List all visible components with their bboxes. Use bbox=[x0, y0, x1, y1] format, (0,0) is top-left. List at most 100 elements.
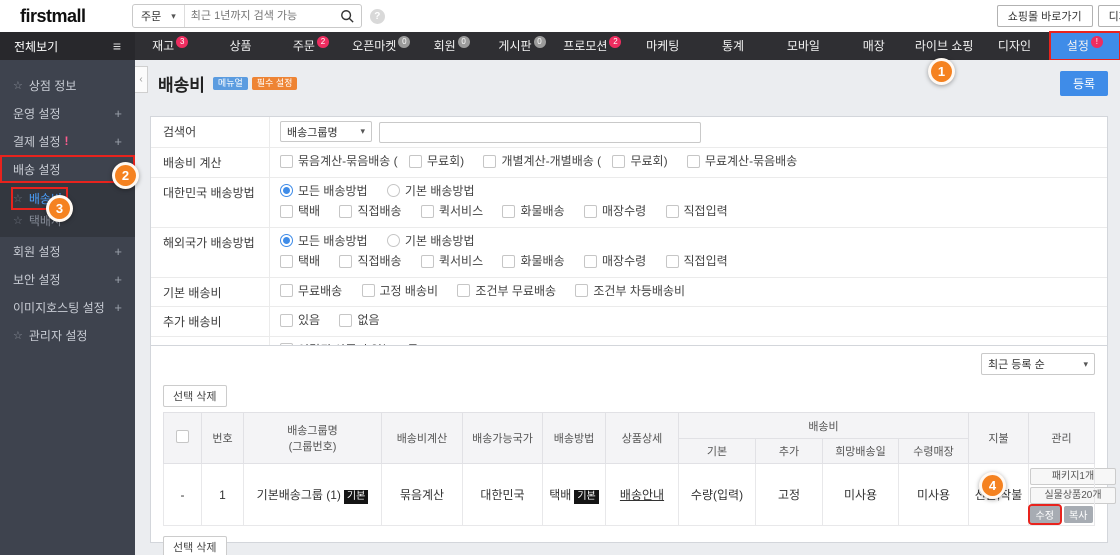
checkbox-option[interactable]: 직접배송 bbox=[339, 202, 402, 220]
checkbox-option[interactable]: 택배 bbox=[280, 202, 320, 220]
nav-item-store[interactable]: 매장 bbox=[839, 32, 909, 60]
nav-item-design[interactable]: 디자인 bbox=[979, 32, 1049, 60]
checkbox-option[interactable]: 무료회) bbox=[612, 152, 668, 170]
sidebar-item-shop-info[interactable]: ☆ 상점 정보 bbox=[0, 71, 135, 99]
edit-button[interactable]: 수정 bbox=[1028, 504, 1062, 525]
checkbox-option[interactable]: 조건부 무료배송 bbox=[457, 282, 556, 300]
nav-item-order[interactable]: 주문 2 bbox=[276, 32, 346, 60]
radio-selected bbox=[280, 234, 293, 247]
nav-all-view[interactable]: 전체보기 ≡ bbox=[0, 32, 135, 60]
sidebar-item-image-hosting[interactable]: 이미지호스팅 설정 + bbox=[0, 293, 135, 321]
default-badge: 기본 bbox=[343, 489, 369, 504]
filter-label: 기본 배송비 bbox=[163, 285, 222, 300]
sidebar-item-member[interactable]: 회원 설정 + bbox=[0, 237, 135, 265]
sort-select[interactable]: 최근 등록 순 ▾ bbox=[981, 353, 1095, 375]
checkbox bbox=[339, 313, 353, 327]
cell-method: 택배 기본 bbox=[542, 463, 606, 526]
cell-fee-extra: 고정 bbox=[755, 463, 823, 526]
checkbox-option[interactable]: 매장수령 bbox=[583, 252, 646, 270]
page-header: 배송비 메뉴얼 필수 설정 등록 bbox=[158, 70, 1108, 96]
package-count-button[interactable]: 패키지1개 bbox=[1030, 468, 1116, 485]
nav-item-live-shopping[interactable]: 라이브 쇼핑 bbox=[909, 32, 979, 60]
radio-option[interactable]: 모든 배송방법 bbox=[280, 232, 368, 250]
star-icon: ☆ bbox=[13, 329, 23, 342]
sidebar-item-security[interactable]: 보안 설정 + bbox=[0, 265, 135, 293]
checkbox-option[interactable]: 고정 배송비 bbox=[361, 282, 438, 300]
radio-option[interactable]: 모든 배송방법 bbox=[280, 182, 368, 200]
checkbox bbox=[361, 284, 375, 297]
sidebar-item-operation[interactable]: 운영 설정 + bbox=[0, 99, 135, 127]
cell-fee-basic: 수량(입력) bbox=[678, 463, 756, 526]
admin-screen: firstmall 주문 ▾ ? 쇼핑몰 바로가기 디자인 전체보기 ≡ 재고3… bbox=[0, 0, 1120, 555]
checkbox bbox=[280, 284, 293, 297]
copy-button[interactable]: 복사 bbox=[1063, 506, 1093, 523]
keyword-input[interactable] bbox=[379, 122, 702, 143]
nav-item-member[interactable]: 회원 0 bbox=[416, 32, 486, 60]
global-nav: 전체보기 ≡ 재고 3 상품 주문 2 오픈마켓 0 회원 0 게시판 0 프로모션 2 마… bbox=[0, 31, 1120, 61]
checkbox bbox=[457, 284, 471, 297]
nav-item-promotion[interactable]: 프로모션 2 bbox=[557, 32, 627, 60]
design-button[interactable]: 디자인 bbox=[1097, 5, 1120, 27]
nav-item-statistics[interactable]: 통계 bbox=[698, 32, 768, 60]
checkbox-option[interactable]: 묶음계산-묶음배송 ( bbox=[280, 152, 398, 170]
search-scope-select[interactable]: 주문 ▾ bbox=[133, 5, 185, 27]
radio-option[interactable]: 기본 배송방법 bbox=[386, 232, 475, 250]
goods-count-button[interactable]: 실물상품20개 bbox=[1030, 487, 1116, 504]
checkbox-option[interactable]: 직접입력 bbox=[665, 252, 728, 270]
checkbox bbox=[575, 284, 589, 297]
nav-item-board[interactable]: 게시판 0 bbox=[487, 32, 557, 60]
select-all-checkbox[interactable] bbox=[176, 430, 189, 443]
checkbox-option[interactable]: 매장수령 bbox=[583, 202, 646, 220]
shipping-guide-link[interactable]: 배송안내 bbox=[620, 488, 664, 502]
nav-item-product[interactable]: 상품 bbox=[205, 32, 275, 60]
checkbox-option[interactable]: 직접배송 bbox=[339, 252, 402, 270]
delete-selected-button-top[interactable]: 선택 삭제 bbox=[163, 385, 227, 407]
checkbox bbox=[280, 154, 293, 168]
checkbox-option[interactable]: 퀵서비스 bbox=[420, 252, 483, 270]
select-all-header bbox=[163, 412, 202, 464]
sidebar-item-admin[interactable]: ☆ 관리자 설정 bbox=[0, 321, 135, 349]
keyword-type-select[interactable]: 배송그룹명 ▾ bbox=[280, 121, 372, 142]
nav-item-settings[interactable]: 설정! bbox=[1048, 31, 1120, 61]
checkbox-option[interactable]: 무료배송 bbox=[280, 282, 342, 300]
search-icon[interactable] bbox=[333, 9, 361, 23]
radio-option[interactable]: 기본 배송방법 bbox=[386, 182, 475, 200]
sidebar-collapse-button[interactable]: ‹ bbox=[135, 66, 148, 93]
checkbox-option[interactable]: 무료계산-묶음배송 bbox=[686, 152, 797, 170]
plus-icon: + bbox=[114, 243, 122, 259]
nav-item-marketing[interactable]: 마케팅 bbox=[628, 32, 698, 60]
checkbox-option[interactable]: 직접입력 bbox=[665, 202, 728, 220]
firstmall-logo[interactable]: firstmall bbox=[20, 6, 132, 27]
manual-badge[interactable]: 메뉴얼 bbox=[212, 76, 248, 90]
checkbox-option[interactable]: 조건부 차등배송비 bbox=[575, 282, 685, 300]
cell-hope-date: 미사용 bbox=[822, 463, 899, 526]
nav-item-inventory[interactable]: 재고 3 bbox=[135, 32, 205, 60]
register-button[interactable]: 등록 bbox=[1060, 70, 1108, 96]
checkbox-option[interactable]: 화물배송 bbox=[502, 202, 565, 220]
topbar-buttons: 쇼핑몰 바로가기 디자인 bbox=[996, 5, 1120, 27]
col-fee-calc: 배송비계산 bbox=[381, 412, 463, 464]
filter-label: 배송비 계산 bbox=[163, 156, 222, 170]
cell-manage: 패키지1개 실물상품20개 수정 복사 bbox=[1028, 463, 1116, 526]
delete-selected-button-bottom[interactable]: 선택 삭제 bbox=[163, 536, 227, 555]
checkbox-option[interactable]: 개별계산-개별배송 ( bbox=[483, 152, 601, 170]
checkbox-option[interactable]: 택배 bbox=[280, 252, 320, 270]
help-icon[interactable]: ? bbox=[369, 8, 385, 24]
nav-item-mobile[interactable]: 모바일 bbox=[768, 32, 838, 60]
nav-item-openmarket[interactable]: 오픈마켓 0 bbox=[346, 32, 416, 60]
goto-shop-button[interactable]: 쇼핑몰 바로가기 bbox=[996, 5, 1093, 27]
checkbox-option[interactable]: 퀵서비스 bbox=[420, 202, 483, 220]
checkbox-option[interactable]: 있음 bbox=[280, 311, 320, 329]
checkbox bbox=[420, 204, 434, 218]
checkbox bbox=[409, 154, 422, 168]
checkbox-option[interactable]: 무료회) bbox=[409, 152, 464, 170]
col-fee-group: 배송비 bbox=[678, 412, 969, 439]
sidebar-item-payment[interactable]: 결제 설정! + bbox=[0, 127, 135, 155]
checkbox-option[interactable]: 화물배송 bbox=[502, 252, 565, 270]
global-search-input[interactable] bbox=[184, 5, 333, 27]
col-payment: 지불 bbox=[968, 412, 1029, 464]
checkbox-option[interactable]: 없음 bbox=[339, 311, 380, 329]
global-search: 주문 ▾ bbox=[132, 4, 362, 28]
col-product-detail: 상품상세 bbox=[605, 412, 679, 464]
checkbox bbox=[686, 154, 700, 168]
